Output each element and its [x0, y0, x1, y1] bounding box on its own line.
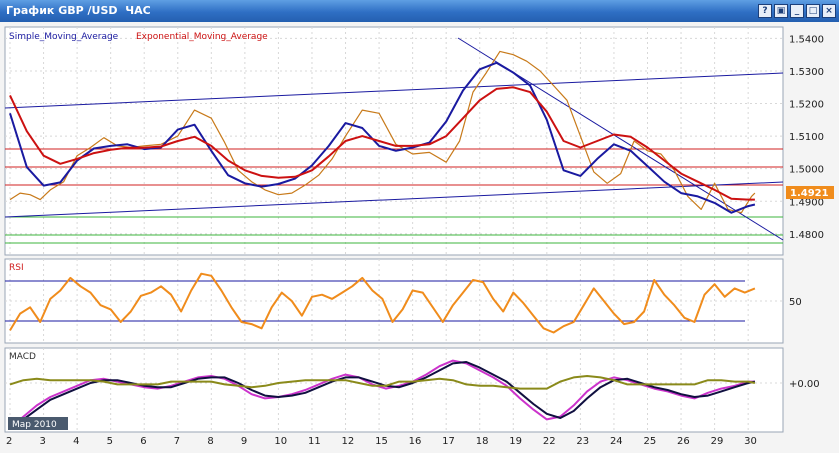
x-tick-label: 22 — [543, 436, 556, 447]
x-tick-label: 30 — [744, 436, 757, 447]
window-title: График GBP /USD ЧАС — [6, 4, 151, 17]
x-tick-label: 29 — [711, 436, 724, 447]
y-tick-label: 1.5200 — [789, 100, 824, 111]
y-tick-label: 1.5000 — [789, 165, 824, 176]
x-tick-label: 5 — [107, 436, 113, 447]
x-tick-label: 19 — [509, 436, 522, 447]
legend-ema: Exponential_Moving_Average — [136, 32, 268, 42]
x-tick-label: 4 — [73, 436, 79, 447]
x-tick-label: 24 — [610, 436, 623, 447]
x-tick-label: 15 — [375, 436, 388, 447]
x-tick-label: 2 — [6, 436, 12, 447]
x-tick-label: 9 — [241, 436, 247, 447]
title-bar: График GBP /USD ЧАС ? ▣ _ □ × — [0, 0, 839, 22]
print-button[interactable]: ▣ — [774, 4, 788, 18]
date-label: Мар 2010 — [12, 420, 57, 430]
help-button[interactable]: ? — [758, 4, 772, 18]
close-button[interactable]: × — [822, 4, 836, 18]
y-tick-label: 50 — [789, 297, 802, 308]
x-tick-label: 10 — [274, 436, 287, 447]
legend-sma: Simple_Moving_Average — [9, 32, 119, 42]
last-price-value: 1.4921 — [790, 188, 829, 199]
price-chart: 2 3 4 5 6 7 8 9 10 11 12 15 16 17 18 19 22 23 24 25 26 29 301.… — [4, 26, 834, 447]
x-tick-label: 16 — [409, 436, 422, 447]
x-tick-label: 12 — [342, 436, 355, 447]
maximize-button[interactable]: □ — [806, 4, 820, 18]
x-tick-label: 17 — [442, 436, 455, 447]
rsi-label: RSI — [9, 263, 24, 273]
x-tick-label: 6 — [140, 436, 146, 447]
x-tick-label: 23 — [576, 436, 589, 447]
y-tick-label: 1.5400 — [789, 34, 824, 45]
x-tick-label: 18 — [476, 436, 489, 447]
x-tick-label: 25 — [644, 436, 657, 447]
x-tick-label: 11 — [308, 436, 321, 447]
x-tick-label: 26 — [677, 436, 690, 447]
chart-window: График GBP /USD ЧАС ? ▣ _ □ × 2 3 4 5 6 … — [0, 0, 839, 453]
x-tick-label: 3 — [40, 436, 46, 447]
macd-label: MACD — [9, 352, 36, 362]
y-tick-label: +0.00 — [789, 379, 820, 390]
y-tick-label: 1.5100 — [789, 132, 824, 143]
x-tick-label: 8 — [207, 436, 213, 447]
y-tick-label: 1.5300 — [789, 67, 824, 78]
minimize-button[interactable]: _ — [790, 4, 804, 18]
x-tick-label: 7 — [174, 436, 180, 447]
y-tick-label: 1.4800 — [789, 230, 824, 241]
